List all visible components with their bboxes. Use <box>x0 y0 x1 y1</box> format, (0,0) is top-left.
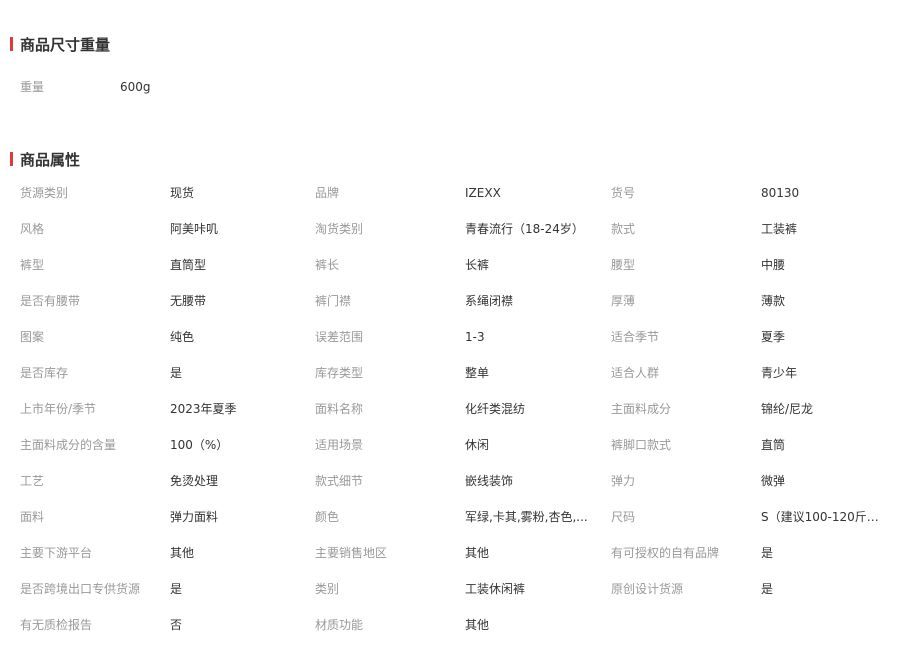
attribute-value: 2023年夏季 <box>170 402 237 416</box>
attribute-row: 货源类别 现货 品牌 IZEXX 货号 80130 <box>0 176 922 212</box>
attribute-label: 类别 <box>315 582 340 596</box>
attribute-value: 是 <box>761 546 774 560</box>
attribute-row: 风格 阿美咔叽 淘货类别 青春流行（18-24岁） 款式 工装裤 <box>0 212 922 248</box>
attribute-label: 腰型 <box>611 258 636 272</box>
attribute-value: 青少年 <box>761 366 798 380</box>
accent-bar <box>10 37 13 51</box>
attribute-label: 适合人群 <box>611 366 660 380</box>
attribute-label: 主要下游平台 <box>20 546 93 560</box>
attribute-value: 其他 <box>465 546 490 560</box>
attribute-label: 裤门襟 <box>315 294 352 308</box>
attribute-value: 青春流行（18-24岁） <box>465 222 584 236</box>
attribute-value: IZEXX <box>465 186 501 200</box>
attribute-value: 无腰带 <box>170 294 207 308</box>
attribute-label: 适用场景 <box>315 438 364 452</box>
attribute-row: 图案 纯色 误差范围 1-3 适合季节 夏季 <box>0 320 922 356</box>
attribute-value: 80130 <box>761 186 800 200</box>
attribute-label: 款式细节 <box>315 474 364 488</box>
attribute-value: 是 <box>170 366 183 380</box>
attribute-label: 是否有腰带 <box>20 294 81 308</box>
attribute-label: 面料 <box>20 510 45 524</box>
attribute-label: 淘货类别 <box>315 222 364 236</box>
attribute-label: 是否跨境出口专供货源 <box>20 582 141 596</box>
attribute-value: 军绿,卡其,雾粉,杏色,... <box>465 510 588 524</box>
attribute-label: 货号 <box>611 186 636 200</box>
attribute-value: 系绳闭襟 <box>465 294 514 308</box>
attribute-value: 1-3 <box>465 330 485 344</box>
attribute-label: 适合季节 <box>611 330 660 344</box>
attribute-label: 有可授权的自有品牌 <box>611 546 720 560</box>
attribute-value: 嵌线装饰 <box>465 474 514 488</box>
attribute-label: 尺码 <box>611 510 636 524</box>
attribute-value: 休闲 <box>465 438 490 452</box>
attribute-row: 是否跨境出口专供货源 是 类别 工装休闲裤 原创设计货源 是 <box>0 572 922 608</box>
attribute-value: 直筒型 <box>170 258 207 272</box>
attribute-row: 裤型 直筒型 裤长 长裤 腰型 中腰 <box>0 248 922 284</box>
attribute-label: 库存类型 <box>315 366 364 380</box>
attribute-value: 中腰 <box>761 258 786 272</box>
attribute-value: 工装裤 <box>761 222 798 236</box>
accent-bar <box>10 152 13 166</box>
attribute-row: 上市年份/季节 2023年夏季 面料名称 化纤类混纺 主面料成分 锦纶/尼龙 <box>0 392 922 428</box>
attribute-value: 化纤类混纺 <box>465 402 526 416</box>
attribute-value: 薄款 <box>761 294 786 308</box>
attribute-label: 风格 <box>20 222 45 236</box>
attribute-value: 整单 <box>465 366 490 380</box>
attribute-value: 阿美咔叽 <box>170 222 219 236</box>
size-weight-title: 商品尺寸重量 <box>20 35 111 54</box>
attribute-value: 直筒 <box>761 438 786 452</box>
attribute-value: 其他 <box>465 618 490 632</box>
attribute-label: 颜色 <box>315 510 340 524</box>
attribute-label: 裤型 <box>20 258 45 272</box>
attribute-row: 有无质检报告 否 材质功能 其他 <box>0 608 922 644</box>
attribute-value: 100（%） <box>170 438 229 452</box>
attribute-label: 裤脚口款式 <box>611 438 672 452</box>
attribute-label: 工艺 <box>20 474 45 488</box>
attribute-value: 现货 <box>170 186 195 200</box>
attribute-value: 否 <box>170 618 183 632</box>
attribute-label: 有无质检报告 <box>20 618 93 632</box>
attribute-value: 纯色 <box>170 330 195 344</box>
attributes-section-title: 商品属性 <box>10 150 81 169</box>
attribute-label: 面料名称 <box>315 402 364 416</box>
attribute-label: 主要销售地区 <box>315 546 388 560</box>
attribute-row: 工艺 免烫处理 款式细节 嵌线装饰 弹力 微弹 <box>0 464 922 500</box>
attribute-value: 弹力面料 <box>170 510 219 524</box>
attribute-value: 锦纶/尼龙 <box>761 402 814 416</box>
attribute-label: 误差范围 <box>315 330 364 344</box>
attribute-row: 是否库存 是 库存类型 整单 适合人群 青少年 <box>0 356 922 392</box>
attribute-row: 主要下游平台 其他 主要销售地区 其他 有可授权的自有品牌 是 <box>0 536 922 572</box>
attribute-row: 是否有腰带 无腰带 裤门襟 系绳闭襟 厚薄 薄款 <box>0 284 922 320</box>
attribute-value: 长裤 <box>465 258 490 272</box>
attribute-label: 上市年份/季节 <box>20 402 97 416</box>
attribute-label: 材质功能 <box>315 618 364 632</box>
attributes-title: 商品属性 <box>20 150 81 169</box>
attribute-row: 主面料成分的含量 100（%） 适用场景 休闲 裤脚口款式 直筒 <box>0 428 922 464</box>
attribute-label: 弹力 <box>611 474 636 488</box>
attribute-label: 品牌 <box>315 186 340 200</box>
attribute-label: 主面料成分 <box>611 402 672 416</box>
size-weight-section-title: 商品尺寸重量 <box>10 35 111 54</box>
attribute-row: 面料 弹力面料 颜色 军绿,卡其,雾粉,杏色,... 尺码 S（建议100-120斤）,.… <box>0 500 922 536</box>
attribute-value: S（建议100-120斤）,... <box>761 510 886 524</box>
attribute-value: 工装休闲裤 <box>465 582 526 596</box>
attribute-value: 是 <box>170 582 183 596</box>
attribute-value: 微弹 <box>761 474 786 488</box>
attribute-value: 免烫处理 <box>170 474 219 488</box>
attribute-label: 裤长 <box>315 258 340 272</box>
weight-label: 重量 <box>20 80 45 94</box>
attribute-label: 款式 <box>611 222 636 236</box>
attribute-label: 厚薄 <box>611 294 636 308</box>
attribute-label: 主面料成分的含量 <box>20 438 117 452</box>
attribute-value: 夏季 <box>761 330 786 344</box>
weight-value: 600g <box>120 80 151 94</box>
attribute-value: 是 <box>761 582 774 596</box>
attribute-label: 货源类别 <box>20 186 69 200</box>
attributes-grid: 货源类别 现货 品牌 IZEXX 货号 80130 风格 阿美咔叽 淘货类别 青春流行（18-24… <box>0 176 922 644</box>
attribute-value: 其他 <box>170 546 195 560</box>
attribute-label: 是否库存 <box>20 366 69 380</box>
attribute-label: 图案 <box>20 330 45 344</box>
attribute-label: 原创设计货源 <box>611 582 684 596</box>
